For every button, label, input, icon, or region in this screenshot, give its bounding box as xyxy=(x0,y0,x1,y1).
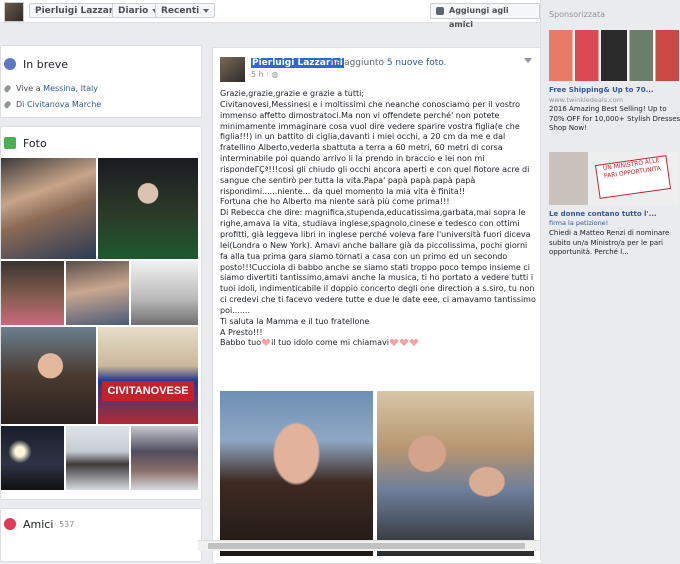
add-friend-icon xyxy=(436,7,444,15)
ad1-url[interactable]: www.twinkledeals.com xyxy=(549,96,623,104)
ad-dresses-image[interactable] xyxy=(549,30,679,81)
post-options-icon[interactable] xyxy=(524,58,532,63)
friends-title[interactable]: Amici xyxy=(23,518,53,531)
post-author-avatar[interactable] xyxy=(220,57,245,82)
photos-icon xyxy=(4,137,16,149)
intro-card: In breve Vive a Messina, Italy Di Civita… xyxy=(0,45,202,118)
ad-petition-image[interactable]: UN MINISTRO ALLE PARI OPPORTUNITA xyxy=(549,152,679,205)
ad2-sign-text: UN MINISTRO ALLE PARI OPPORTUNITA xyxy=(594,155,672,199)
from-row: Di Civitanova Marche xyxy=(3,100,101,109)
post-photo-father-daughter[interactable] xyxy=(377,391,534,556)
horizontal-scrollbar[interactable] xyxy=(198,540,540,551)
photo-selfie-couple[interactable] xyxy=(1,158,96,259)
post-line-5: Ti saluta la Mamma e il tuo fratellone xyxy=(220,316,370,326)
post-line-6: A Presto!!! xyxy=(220,327,263,337)
friends-icon xyxy=(4,518,16,530)
recenti-dropdown[interactable]: Recenti xyxy=(155,3,216,18)
diario-label: Diario xyxy=(118,6,149,16)
post-time-value: 5 h xyxy=(251,70,264,79)
post-line-3: Fortuna che ho Alberto ma niente sarà pi… xyxy=(220,197,450,207)
intro-title: In breve xyxy=(23,58,69,71)
heart-icon xyxy=(262,339,270,346)
post-timestamp[interactable]: 5 h · ◍ xyxy=(251,70,278,79)
lives-in-row: Vive a Messina, Italy xyxy=(3,84,98,93)
photos-title[interactable]: Foto xyxy=(23,137,47,150)
location-pin-icon xyxy=(3,100,12,109)
heart-icon xyxy=(410,339,418,346)
photo-bw-portrait[interactable] xyxy=(131,261,198,325)
photo-girl-portrait[interactable] xyxy=(1,327,96,424)
add-friend-button[interactable]: Aggiungi agli amici xyxy=(430,3,540,29)
post-line-4: Di Rebecca che dire: magnifica,stupenda,… xyxy=(220,208,539,315)
from-city-link[interactable]: Civitanova Marche xyxy=(27,100,101,109)
timeline-post: Pierluigi Lazzarini ha aggiunto 5 nuove … xyxy=(212,47,542,564)
ad2-title[interactable]: Le donne contano tutto l'... xyxy=(549,210,657,218)
post-body: Grazie,grazie,grazie e grazie a tutti; C… xyxy=(220,89,536,349)
banner-text: CIVITANOVESE xyxy=(102,381,194,401)
photo-group-2[interactable] xyxy=(66,261,129,325)
globe-icon xyxy=(4,58,16,70)
globe-icon: ◍ xyxy=(271,70,279,79)
photo-girl-stadium[interactable] xyxy=(98,158,198,259)
post-line-2: Civitanovesi,Messinesi e i moltissimi ch… xyxy=(220,99,532,196)
post-sign-line: Babbo tuo il tuo idolo come mi chiamavi xyxy=(220,338,536,349)
heart-icon xyxy=(390,339,398,346)
friends-count-value: 537 xyxy=(59,520,75,529)
post-sign-prefix: Babbo tuo xyxy=(220,338,262,348)
from-prefix: Di xyxy=(16,100,27,109)
ad1-body: 2016 Amazing Best Selling! Up to 70% OFF… xyxy=(549,105,680,132)
heart-icon xyxy=(400,339,408,346)
friends-card: Amici · 537 xyxy=(0,508,202,562)
ad1-title[interactable]: Free Shipping& Up to 70... xyxy=(549,86,654,94)
friends-count: · 537 xyxy=(54,520,75,529)
ad2-subtitle[interactable]: firma la petizione! xyxy=(549,219,608,227)
recenti-label: Recenti xyxy=(161,6,200,16)
photos-card: Foto CIVITANOVESE xyxy=(0,126,202,500)
post-action-prefix: ha aggiunto xyxy=(330,58,387,68)
photo-civitanovese-banner[interactable]: CIVITANOVESE xyxy=(98,327,198,424)
ad2-body: Chiedi a Matteo Renzi di nominare subito… xyxy=(549,229,670,256)
photo-snow-family[interactable] xyxy=(131,426,198,490)
lives-prefix: Vive a xyxy=(16,84,44,93)
post-photos-link[interactable]: 5 nuove foto xyxy=(387,58,444,68)
photo-snow-couple[interactable] xyxy=(66,426,129,490)
post-photo-girl-selfie[interactable] xyxy=(220,391,373,556)
right-sidebar: Sponsorizzata Free Shipping& Up to 70...… xyxy=(540,0,680,560)
home-icon xyxy=(3,84,12,93)
post-sign-suffix: il tuo idolo come mi chiamavi xyxy=(271,338,389,348)
photo-night-lights[interactable] xyxy=(1,426,64,490)
photo-group-1[interactable] xyxy=(1,261,64,325)
sponsored-header: Sponsorizzata xyxy=(549,10,606,19)
post-action-text: ha aggiunto 5 nuove foto. xyxy=(330,58,446,68)
chevron-down-icon xyxy=(203,8,210,13)
add-friend-label: Aggiungi agli amici xyxy=(449,6,509,29)
profile-avatar[interactable] xyxy=(4,2,24,22)
post-action-suffix: . xyxy=(443,58,447,68)
lives-city-link[interactable]: Messina, Italy xyxy=(43,84,98,93)
profile-nav-bar: Pierluigi Lazzarini Diario Recenti Aggiu… xyxy=(0,0,540,29)
post-line-1: Grazie,grazie,grazie e grazie a tutti; xyxy=(220,89,365,98)
scrollbar-thumb[interactable] xyxy=(208,543,525,549)
